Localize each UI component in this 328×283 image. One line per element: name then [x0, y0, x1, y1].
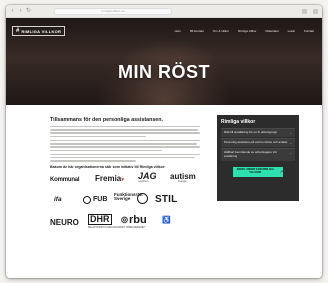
forward-icon[interactable]: ›: [18, 8, 23, 14]
nav-item-home[interactable]: Hem: [175, 29, 181, 33]
logo-fub-text: FUB: [93, 196, 108, 204]
logo-rbu[interactable]: ◎ rbu: [121, 213, 147, 226]
site-logo[interactable]: # RIMLIGA VILLKOR: [12, 26, 66, 36]
sidebar-card: Rimliga villkor Rätt till anställning fö…: [217, 115, 299, 201]
nav-item-rimliga-villkor[interactable]: Rimliga villkor: [238, 29, 257, 33]
url-text: rimligavillkor.se: [101, 9, 125, 13]
circle-icon: [137, 192, 148, 204]
chevron-down-icon: ⌄: [289, 131, 292, 135]
main-column: Tillsammans för den personliga assistans…: [50, 117, 200, 241]
nav-item-about[interactable]: Om & villkor: [213, 29, 229, 33]
logo-stil[interactable]: STIL: [155, 194, 177, 205]
logo-fremia[interactable]: Fremia♥: [95, 173, 125, 183]
body-paragraph: [50, 139, 200, 151]
reload-icon[interactable]: ↻: [26, 8, 31, 14]
heart-icon: ♥: [121, 176, 125, 183]
nav-item-contact-join[interactable]: Bli kontakt: [190, 29, 204, 33]
hero-title: MIN RÖST: [118, 62, 210, 82]
logo-ifa[interactable]: ifa: [54, 196, 62, 204]
logo-text: RIMLIGA VILLKOR: [21, 28, 62, 34]
body-paragraph: [50, 153, 200, 162]
partner-logos: Kommunal Fremia♥ JAG i centrum autism Sv…: [50, 171, 200, 241]
accordion-item[interactable]: Hållbart bemötande av arbetstagare vid e…: [221, 148, 295, 161]
nav-item-local[interactable]: Lokal: [288, 29, 295, 33]
arrow-icon: ↗: [279, 169, 283, 174]
accordion-item[interactable]: Rätt till anställning för en fri arbetsg…: [221, 128, 295, 137]
logo-autism-subtitle: Sverige: [178, 179, 187, 183]
nav-item-contact[interactable]: Kontakt: [304, 29, 314, 33]
main-heading: Tillsammans för den personliga assistans…: [50, 117, 163, 123]
ring-icon: [83, 195, 91, 204]
logo-dhr-subtitle: DELAKTIGHET HANDLINGSKRAFT RÖRELSEFRIHET: [88, 226, 146, 229]
logo-jag-subtitle: i centrum: [138, 179, 149, 183]
hash-icon: #: [16, 28, 20, 34]
logo-fub[interactable]: FUB: [83, 195, 108, 204]
sign-petition-label: SKRIV UNDER FÖR RIMLIGA VILLKOR: [236, 167, 274, 174]
tabs-icon[interactable]: [313, 8, 318, 14]
wheelchair-icon[interactable]: ♿: [162, 217, 171, 224]
accordion-label: Hållbart bemötande av arbetstagare vid e…: [224, 150, 277, 158]
browser-window: ‹ › ↻ rimligavillkor.se # RIMLIGA VILLKO…: [6, 5, 322, 278]
logo-fremia-text: Fremia: [95, 173, 122, 183]
accordion-label: Rätt till anställning för en fri arbetsg…: [224, 130, 278, 134]
page-content: Tillsammans för den personliga assistans…: [6, 105, 322, 265]
logo-funktionsratt-line2: Sverige: [114, 196, 131, 202]
share-icon[interactable]: [302, 8, 307, 14]
browser-toolbar: ‹ › ↻ rimligavillkor.se: [6, 5, 322, 18]
logo-rbu-text: rbu: [128, 213, 147, 226]
accordion-item[interactable]: Personlig assistans på vad bemötes och a…: [221, 138, 295, 147]
top-navigation: Hem Bli kontakt Om & villkor Rimliga vil…: [175, 29, 314, 33]
logo-dhr[interactable]: DHR: [88, 213, 112, 225]
logo-neuro[interactable]: NEURO: [50, 218, 79, 227]
body-paragraph: [50, 126, 200, 137]
back-icon[interactable]: ‹: [10, 8, 15, 14]
accordion-label: Personlig assistans på vad bemötes och a…: [224, 140, 288, 144]
sidebar-title: Rimliga villkor: [221, 119, 256, 125]
sign-petition-button[interactable]: SKRIV UNDER FÖR RIMLIGA VILLKOR ↗: [233, 166, 283, 177]
logo-kommunal[interactable]: Kommunal: [50, 177, 80, 183]
chevron-down-icon: ⌄: [289, 141, 292, 145]
nav-item-material[interactable]: Materialet: [265, 29, 278, 33]
address-bar[interactable]: rimligavillkor.se: [54, 7, 172, 15]
chevron-down-icon: ⌄: [289, 151, 292, 155]
globe-icon: ◎: [121, 215, 128, 225]
partners-heading: Bakom de här organisationerna står som i…: [50, 164, 166, 169]
hero-banner: # RIMLIGA VILLKOR Hem Bli kontakt Om & v…: [6, 18, 322, 105]
